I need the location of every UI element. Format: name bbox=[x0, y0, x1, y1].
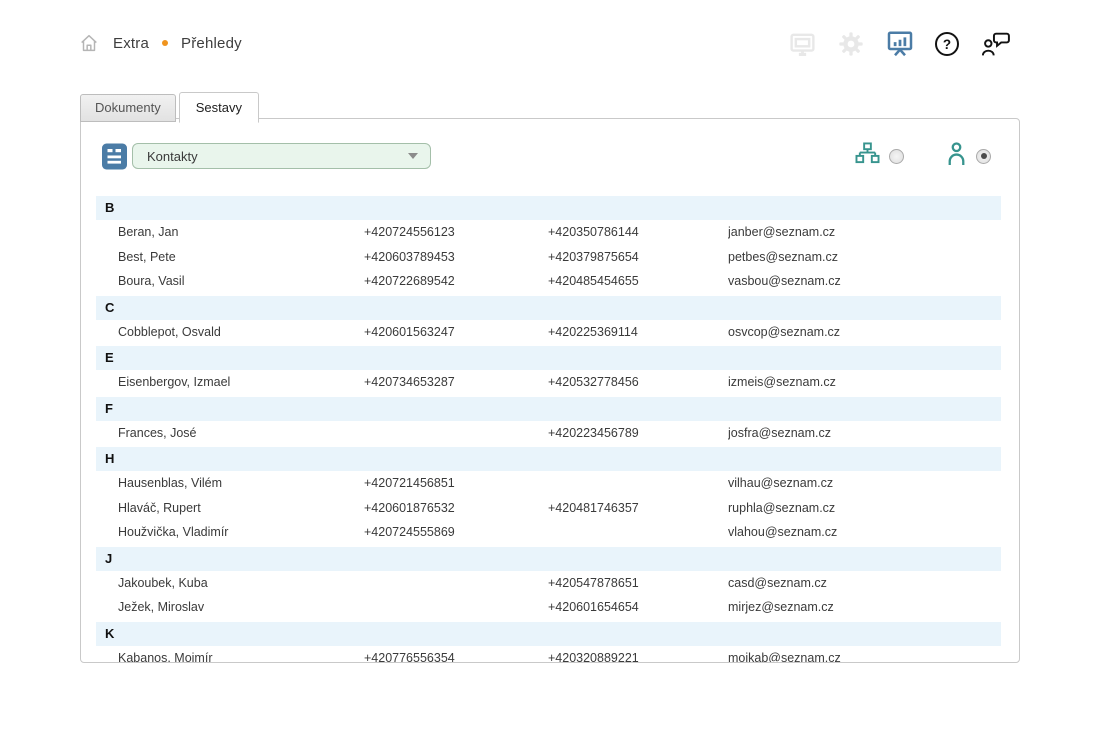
presentation-chart-icon[interactable] bbox=[885, 29, 915, 59]
contact-phone-1: +420724555869 bbox=[364, 525, 548, 539]
report-type-value: Kontakty bbox=[147, 149, 408, 164]
contact-row[interactable]: Hausenblas, Vilém+420721456851 vilhau@sez… bbox=[96, 471, 1001, 496]
contact-row[interactable]: Boura, Vasil+420722689542+420485454655va… bbox=[96, 269, 1001, 294]
contact-email: vlahou@seznam.cz bbox=[728, 525, 1001, 539]
contact-phone-1: +420603789453 bbox=[364, 250, 548, 264]
hierarchy-icon bbox=[855, 142, 880, 170]
contact-phone-1: +420776556354 bbox=[364, 651, 548, 663]
contact-row[interactable]: Eisenbergov, Izmael+420734653287+4205327… bbox=[96, 370, 1001, 395]
contact-email: mojkab@seznam.cz bbox=[728, 651, 1001, 663]
contact-name: Houžvička, Vladimír bbox=[118, 525, 364, 539]
group-letter: E bbox=[96, 346, 1001, 370]
report-card-icon bbox=[101, 142, 128, 171]
contact-phone-2: +420601654654 bbox=[548, 600, 728, 614]
breadcrumb-separator-dot bbox=[162, 40, 168, 46]
contact-email: mirjez@seznam.cz bbox=[728, 600, 1001, 614]
contact-email: izmeis@seznam.cz bbox=[728, 375, 1001, 389]
contact-row[interactable]: Hlaváč, Rupert+420601876532+420481746357… bbox=[96, 496, 1001, 521]
contact-name: Kabanos, Mojmír bbox=[118, 651, 364, 663]
contact-row[interactable]: Frances, José +420223456789josfra@seznam.… bbox=[96, 421, 1001, 446]
contact-phone-1: +420734653287 bbox=[364, 375, 548, 389]
contact-group: J Jakoubek, Kuba +420547878651casd@seznam.… bbox=[96, 547, 1001, 620]
group-letter: J bbox=[96, 547, 1001, 571]
contact-name: Frances, José bbox=[118, 426, 364, 440]
person-chat-icon[interactable] bbox=[979, 30, 1012, 58]
contact-phone-2: +420223456789 bbox=[548, 426, 728, 440]
group-letter: H bbox=[96, 447, 1001, 471]
reports-toolbar: Kontakty bbox=[96, 141, 1001, 171]
breadcrumb-item-prehledy[interactable]: Přehledy bbox=[181, 35, 242, 52]
contact-phone-1: +420601876532 bbox=[364, 501, 548, 515]
tab-dokumenty[interactable]: Dokumenty bbox=[80, 94, 176, 122]
breadcrumb-item-extra[interactable]: Extra bbox=[113, 35, 149, 52]
contact-email: vasbou@seznam.cz bbox=[728, 274, 1001, 288]
hierarchy-view-radio[interactable] bbox=[889, 149, 904, 164]
tab-sestavy[interactable]: Sestavy bbox=[179, 92, 259, 123]
view-toggle bbox=[855, 141, 1001, 171]
contact-email: petbes@seznam.cz bbox=[728, 250, 1001, 264]
person-view-radio[interactable] bbox=[976, 149, 991, 164]
contact-email: janber@seznam.cz bbox=[728, 225, 1001, 239]
contact-row[interactable]: Houžvička, Vladimír+420724555869 vlahou@s… bbox=[96, 520, 1001, 545]
contact-name: Beran, Jan bbox=[118, 225, 364, 239]
hierarchy-view-option[interactable] bbox=[855, 142, 904, 170]
contact-email: osvcop@seznam.cz bbox=[728, 325, 1001, 339]
contact-name: Ježek, Miroslav bbox=[118, 600, 364, 614]
contact-phone-1: +420724556123 bbox=[364, 225, 548, 239]
contact-phone-1: +420721456851 bbox=[364, 476, 548, 490]
contact-email: ruphla@seznam.cz bbox=[728, 501, 1001, 515]
breadcrumb: Extra Přehledy bbox=[78, 30, 242, 56]
chevron-down-icon bbox=[408, 153, 418, 159]
contact-name: Eisenbergov, Izmael bbox=[118, 375, 364, 389]
contact-row[interactable]: Kabanos, Mojmír+420776556354+42032088922… bbox=[96, 646, 1001, 664]
contact-phone-2: +420485454655 bbox=[548, 274, 728, 288]
contact-group: EEisenbergov, Izmael+420734653287+420532… bbox=[96, 346, 1001, 395]
group-letter: C bbox=[96, 296, 1001, 320]
contact-phone-2: +420320889221 bbox=[548, 651, 728, 663]
contact-name: Boura, Vasil bbox=[118, 274, 364, 288]
contact-name: Cobblepot, Osvald bbox=[118, 325, 364, 339]
help-icon[interactable]: ? bbox=[935, 32, 959, 56]
gear-icon[interactable] bbox=[837, 30, 865, 58]
contact-group: CCobblepot, Osvald+420601563247+42022536… bbox=[96, 296, 1001, 345]
contact-row[interactable]: Ježek, Miroslav +420601654654mirjez@sezna… bbox=[96, 595, 1001, 620]
monitor-icon[interactable] bbox=[788, 30, 817, 59]
contact-name: Hausenblas, Vilém bbox=[118, 476, 364, 490]
contact-email: casd@seznam.cz bbox=[728, 576, 1001, 590]
person-view-option[interactable] bbox=[946, 141, 991, 171]
group-letter: F bbox=[96, 397, 1001, 421]
contact-name: Hlaváč, Rupert bbox=[118, 501, 364, 515]
contact-phone-2: +420532778456 bbox=[548, 375, 728, 389]
contact-group: BBeran, Jan+420724556123+420350786144jan… bbox=[96, 196, 1001, 294]
tab-bar: Dokumenty Sestavy bbox=[80, 92, 262, 122]
contact-phone-2: +420350786144 bbox=[548, 225, 728, 239]
reports-panel: Kontakty bbox=[80, 118, 1020, 663]
report-type-select[interactable]: Kontakty bbox=[132, 143, 431, 169]
contact-phone-1: +420601563247 bbox=[364, 325, 548, 339]
contact-phone-2: +420547878651 bbox=[548, 576, 728, 590]
contact-email: josfra@seznam.cz bbox=[728, 426, 1001, 440]
contact-row[interactable]: Cobblepot, Osvald+420601563247+420225369… bbox=[96, 320, 1001, 345]
contact-phone-1: +420722689542 bbox=[364, 274, 548, 288]
contact-phone-2: +420379875654 bbox=[548, 250, 728, 264]
contact-group: H Hausenblas, Vilém+420721456851 vilhau@se… bbox=[96, 447, 1001, 545]
contact-group: F Frances, José +420223456789josfra@seznam… bbox=[96, 397, 1001, 446]
contact-email: vilhau@seznam.cz bbox=[728, 476, 1001, 490]
header-icon-bar: ? bbox=[788, 27, 1012, 61]
contact-row[interactable]: Beran, Jan+420724556123+420350786144janb… bbox=[96, 220, 1001, 245]
contact-name: Best, Pete bbox=[118, 250, 364, 264]
contact-group: KKabanos, Mojmír+420776556354+4203208892… bbox=[96, 622, 1001, 664]
help-glyph: ? bbox=[943, 37, 951, 52]
group-letter: B bbox=[96, 196, 1001, 220]
contact-list: BBeran, Jan+420724556123+420350786144jan… bbox=[96, 196, 1001, 663]
contact-row[interactable]: Best, Pete+420603789453+420379875654petb… bbox=[96, 245, 1001, 270]
home-icon[interactable] bbox=[78, 32, 100, 54]
person-icon bbox=[946, 141, 967, 171]
group-letter: K bbox=[96, 622, 1001, 646]
contact-phone-2: +420481746357 bbox=[548, 501, 728, 515]
contact-phone-2: +420225369114 bbox=[548, 325, 728, 339]
contact-name: Jakoubek, Kuba bbox=[118, 576, 364, 590]
contact-row[interactable]: Jakoubek, Kuba +420547878651casd@seznam.c… bbox=[96, 571, 1001, 596]
